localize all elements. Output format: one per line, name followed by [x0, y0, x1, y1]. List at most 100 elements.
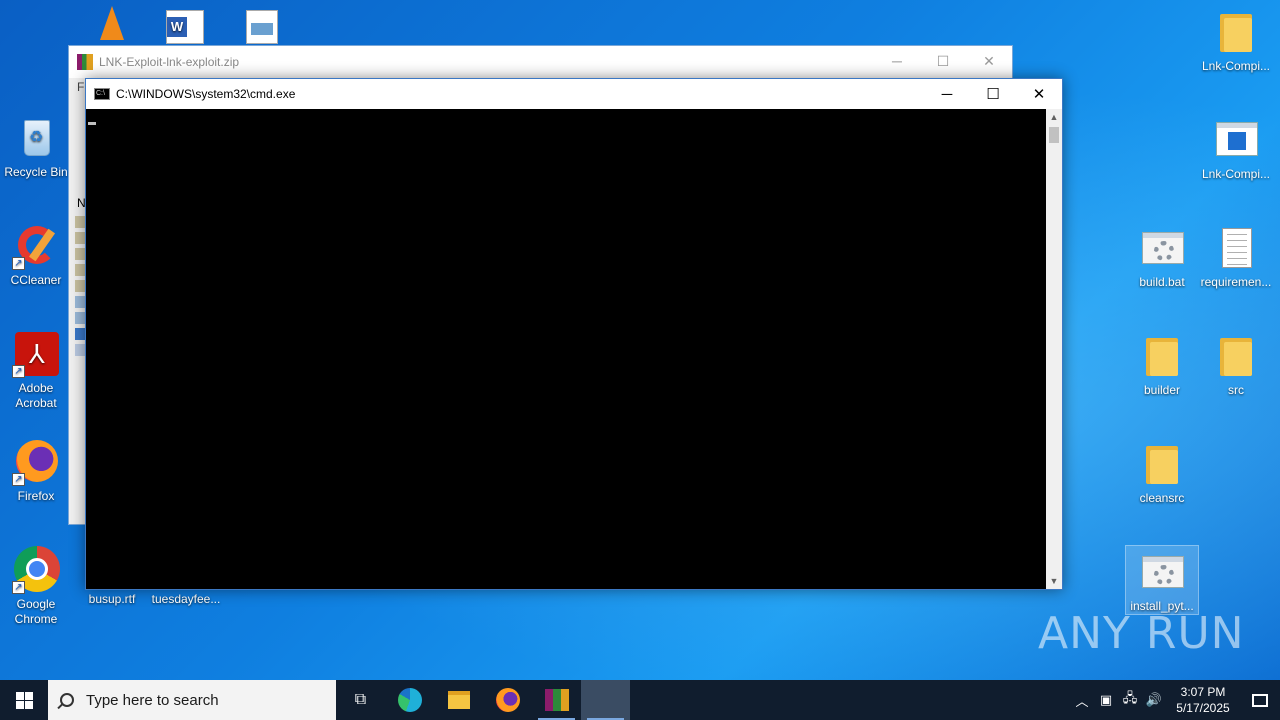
cmd-window[interactable]: C:\ C:\WINDOWS\system32\cmd.exe ─ ☐ ✕ ▲ …: [85, 78, 1063, 590]
desktop-icon-build-bat[interactable]: build.bat: [1126, 224, 1198, 290]
notification-icon: [1252, 693, 1268, 707]
file-row-icon[interactable]: [75, 328, 85, 340]
recycle-bin-icon: ♻: [12, 114, 60, 162]
network-icon[interactable]: 🖧: [1118, 689, 1142, 711]
search-icon: [60, 693, 74, 707]
maximize-button[interactable]: ☐: [970, 79, 1016, 109]
minimize-button[interactable]: ─: [924, 79, 970, 109]
vertical-scrollbar[interactable]: ▲ ▼: [1046, 109, 1062, 589]
icon-label: Lnk-Compi...: [1201, 167, 1271, 181]
console-output[interactable]: [86, 109, 1047, 589]
windows-logo-icon: [15, 691, 33, 709]
taskbar-file-explorer[interactable]: [434, 680, 483, 720]
icon-label: Firefox: [17, 489, 55, 503]
desktop-icon-cleansrc[interactable]: cleansrc: [1126, 440, 1198, 506]
shortcut-arrow-icon: ↗: [12, 473, 25, 486]
icon-label: requiremen...: [1200, 275, 1272, 289]
file-row-icon[interactable]: [75, 248, 85, 260]
desktop-icon-install-python[interactable]: install_pyt...: [1125, 545, 1199, 615]
acrobat-icon: ⅄ ↗: [12, 330, 60, 378]
firefox-icon: [495, 688, 520, 712]
file-row-icon[interactable]: [75, 280, 85, 292]
icon-label: CCleaner: [10, 273, 62, 287]
taskbar-search[interactable]: Type here to search: [48, 680, 336, 720]
icon-label: Lnk-Compi...: [1201, 59, 1271, 73]
vlc-cone-icon: [100, 6, 124, 40]
text-cursor: [88, 122, 96, 125]
file-row-icon[interactable]: [75, 296, 85, 308]
folder-icon: [1138, 332, 1186, 380]
icon-label: src: [1228, 383, 1244, 397]
meet-now-icon[interactable]: ▣: [1094, 692, 1118, 708]
file-row-icon[interactable]: [75, 312, 85, 324]
batch-file-gear-icon: [1138, 224, 1186, 272]
desktop-icon-firefox[interactable]: ↗ Firefox: [0, 438, 72, 504]
icon-label: Adobe Acrobat: [15, 381, 57, 410]
desktop-icon-requirements[interactable]: requiremen...: [1200, 224, 1272, 290]
batch-file-gear-icon: [1138, 548, 1186, 596]
desktop-icon-lnk-compiler-exe[interactable]: Lnk-Compi...: [1200, 116, 1272, 182]
cmd-title-bar[interactable]: C:\ C:\WINDOWS\system32\cmd.exe: [86, 79, 1062, 109]
ccleaner-icon: ↗: [12, 222, 60, 270]
icon-label: Recycle Bin: [4, 165, 68, 179]
taskbar-winrar[interactable]: [532, 680, 581, 720]
application-window-icon: [1212, 116, 1260, 164]
maximize-button[interactable]: ☐: [920, 46, 966, 76]
taskbar-edge[interactable]: [385, 680, 434, 720]
icon-label: busup.rtf: [88, 592, 136, 606]
file-row-icon[interactable]: [75, 344, 85, 356]
date: 5/17/2025: [1176, 701, 1230, 715]
icon-label: builder: [1143, 383, 1181, 397]
scroll-up-arrow-icon[interactable]: ▲: [1046, 109, 1062, 125]
minimize-button[interactable]: ─: [874, 46, 920, 76]
desktop-icon-adobe-acrobat[interactable]: ⅄ ↗ Adobe Acrobat: [0, 330, 72, 411]
search-placeholder: Type here to search: [86, 691, 219, 709]
image-file-icon-partial[interactable]: [236, 8, 308, 46]
winrar-icon: [77, 54, 93, 70]
file-row-icon[interactable]: [75, 232, 85, 244]
icon-label: tuesdayfee...: [151, 592, 221, 606]
anyrun-watermark: ANY RUN: [1038, 608, 1245, 659]
volume-icon[interactable]: 🔊: [1142, 692, 1166, 708]
icon-label: build.bat: [1139, 275, 1185, 289]
start-button[interactable]: [0, 680, 48, 720]
desktop-icon-recycle-bin[interactable]: ♻ Recycle Bin: [0, 114, 72, 180]
chrome-icon: ↗: [12, 546, 60, 594]
taskbar-cmd[interactable]: [581, 680, 630, 720]
desktop-icon-src[interactable]: src: [1200, 332, 1272, 398]
icon-label: cleansrc: [1139, 491, 1185, 505]
vlc-icon-partial[interactable]: [76, 6, 148, 46]
desktop-icon-lnk-compiler-folder[interactable]: Lnk-Compi...: [1200, 8, 1272, 74]
shortcut-arrow-icon: ↗: [12, 257, 25, 270]
close-button[interactable]: ✕: [966, 46, 1012, 76]
notification-center-button[interactable]: [1240, 693, 1280, 707]
desktop-icon-ccleaner[interactable]: ↗ CCleaner: [0, 222, 72, 288]
close-button[interactable]: ✕: [1016, 79, 1062, 109]
chevron-up-icon[interactable]: ︿: [1070, 691, 1094, 710]
scroll-thumb[interactable]: [1049, 127, 1059, 143]
image-icon: [246, 10, 278, 44]
word-doc-icon-partial[interactable]: W: [160, 8, 232, 46]
folder-icon: [1212, 8, 1260, 56]
cmd-title: C:\WINDOWS\system32\cmd.exe: [116, 87, 296, 101]
folder-icon: [1212, 332, 1260, 380]
file-row-icon[interactable]: [75, 216, 85, 228]
file-row-icon[interactable]: [75, 264, 85, 276]
winrar-title-bar[interactable]: LNK-Exploit-lnk-exploit.zip: [69, 46, 1012, 78]
desktop-icon-google-chrome[interactable]: ↗ Google Chrome: [0, 546, 72, 627]
task-view-button[interactable]: ⧉: [336, 680, 385, 720]
taskbar: Type here to search ⧉ ︿ ▣ 🖧 🔊 3:07 PM 5/…: [0, 680, 1280, 720]
edge-icon: [397, 688, 422, 712]
folder-icon: [447, 691, 470, 709]
word-icon: W: [166, 10, 204, 44]
desktop-icon-builder[interactable]: builder: [1126, 332, 1198, 398]
task-view-icon: ⧉: [354, 691, 367, 708]
system-tray: ︿ ▣ 🖧 🔊 3:07 PM 5/17/2025: [1070, 680, 1280, 720]
shortcut-arrow-icon: ↗: [12, 365, 25, 378]
winrar-icon: [544, 689, 569, 711]
clock[interactable]: 3:07 PM 5/17/2025: [1166, 684, 1240, 716]
scroll-down-arrow-icon[interactable]: ▼: [1046, 573, 1062, 589]
console-icon: C:\: [94, 88, 110, 100]
taskbar-firefox[interactable]: [483, 680, 532, 720]
shortcut-arrow-icon: ↗: [12, 581, 25, 594]
